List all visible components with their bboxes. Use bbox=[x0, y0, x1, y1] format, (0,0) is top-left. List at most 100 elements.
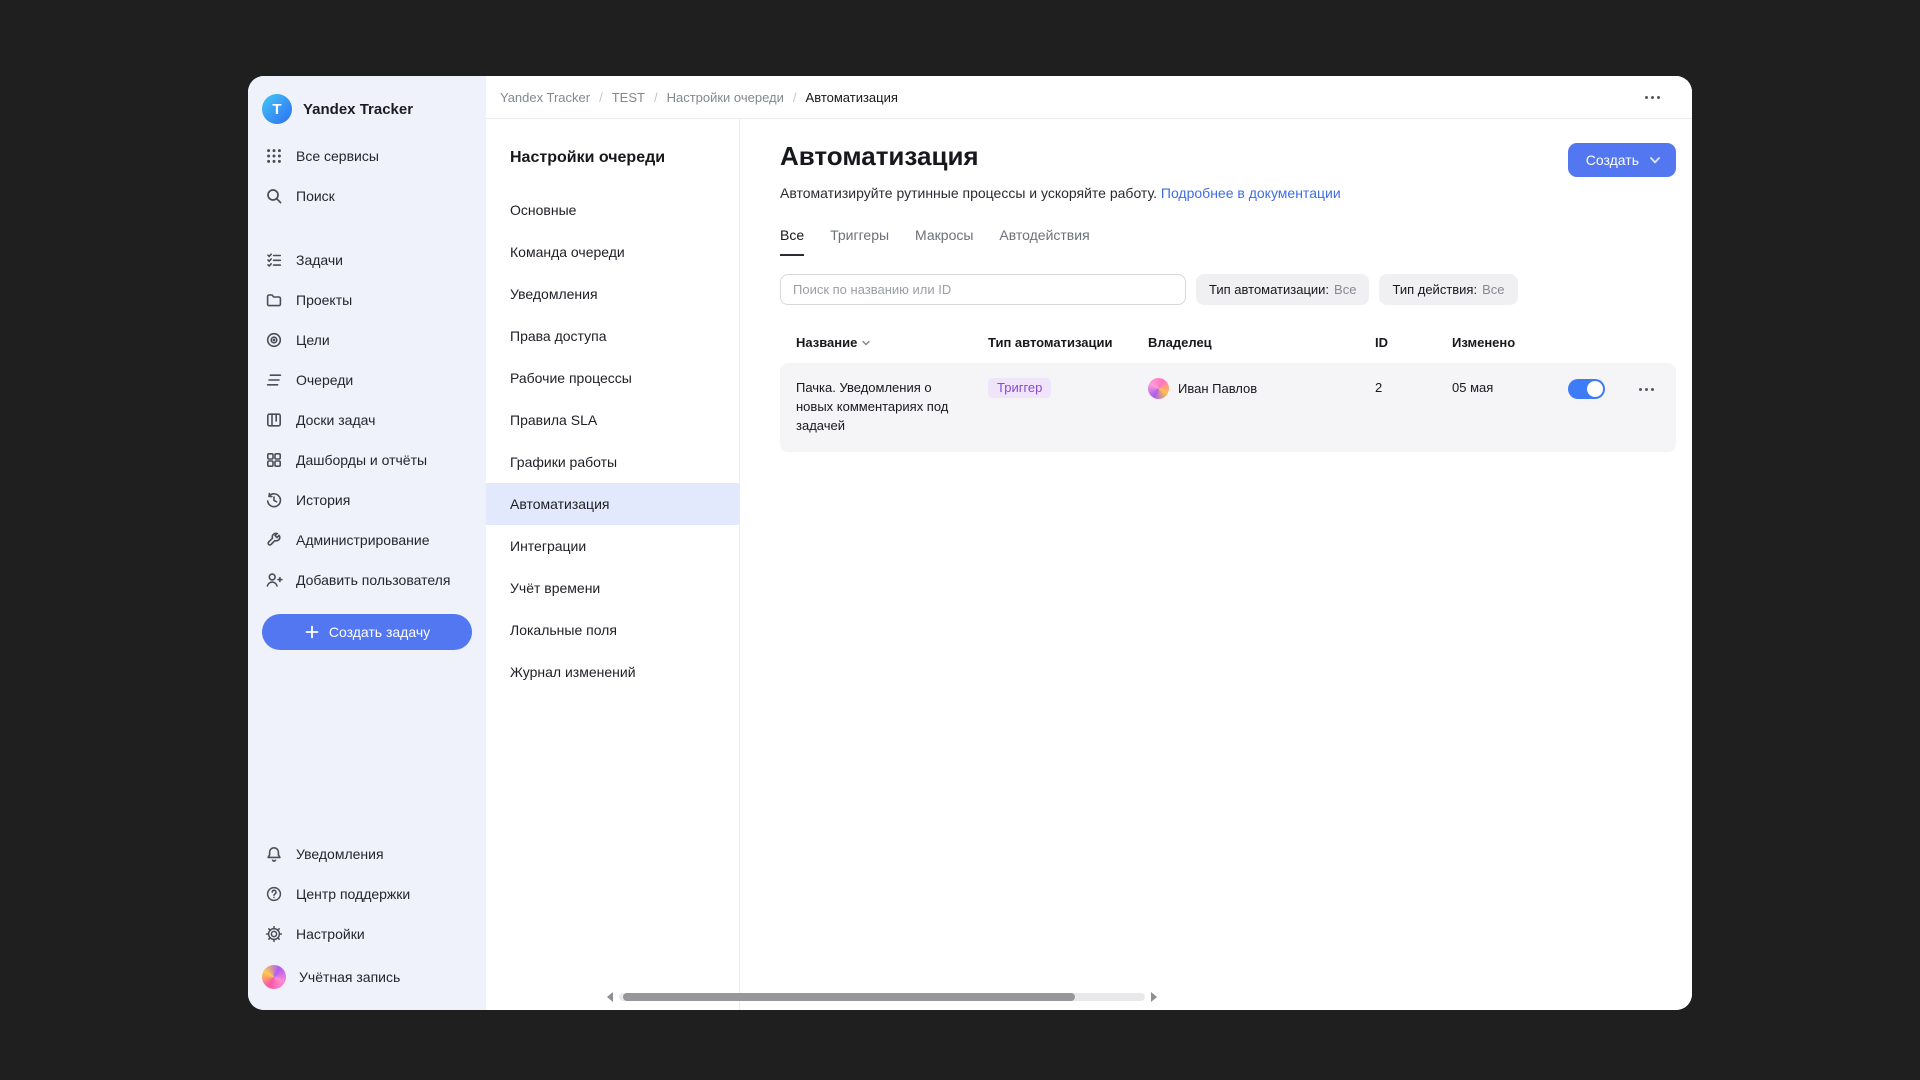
queue-settings-item-team[interactable]: Команда очереди bbox=[486, 231, 739, 273]
filter-value: Все bbox=[1482, 282, 1504, 297]
automation-id: 2 bbox=[1375, 378, 1452, 395]
search-icon bbox=[265, 187, 283, 205]
queue-settings-item-automation[interactable]: Автоматизация bbox=[486, 483, 739, 525]
app-window: T Yandex Tracker Все сервисы Поиск Задач… bbox=[248, 76, 1692, 1010]
tab-macros[interactable]: Макросы bbox=[915, 227, 973, 256]
sidebar-item-dashboards[interactable]: Дашборды и отчёты bbox=[248, 440, 486, 480]
sidebar-item-search[interactable]: Поиск bbox=[248, 176, 486, 216]
queue-settings-title: Настройки очереди bbox=[486, 139, 739, 189]
dashboard-icon bbox=[265, 451, 283, 469]
tasks-icon bbox=[265, 251, 283, 269]
tab-all[interactable]: Все bbox=[780, 227, 804, 256]
queue-settings-item-notifications[interactable]: Уведомления bbox=[486, 273, 739, 315]
plus-icon bbox=[304, 624, 320, 640]
automation-content: Автоматизация Автоматизируйте рутинные п… bbox=[740, 119, 1692, 1010]
breadcrumb-more-button[interactable] bbox=[1639, 90, 1666, 105]
horizontal-scrollbar bbox=[607, 990, 1682, 1003]
queues-icon bbox=[265, 371, 283, 389]
queue-settings-item-time-tracking[interactable]: Учёт времени bbox=[486, 567, 739, 609]
queue-settings-item-workflows[interactable]: Рабочие процессы bbox=[486, 357, 739, 399]
create-button-label: Создать bbox=[1586, 152, 1639, 168]
filter-label: Тип действия: bbox=[1392, 282, 1477, 297]
board-icon bbox=[265, 411, 283, 429]
sidebar-item-tasks[interactable]: Задачи bbox=[248, 240, 486, 280]
filter-value: Все bbox=[1334, 282, 1356, 297]
table-header: Название Тип автоматизации Владелец ID И… bbox=[780, 335, 1676, 350]
sidebar-item-label: Дашборды и отчёты bbox=[296, 451, 427, 469]
queue-settings-item-local-fields[interactable]: Локальные поля bbox=[486, 609, 739, 651]
search-input[interactable] bbox=[780, 274, 1186, 305]
sidebar-item-add-user[interactable]: Добавить пользователя bbox=[248, 560, 486, 600]
sort-caret-icon bbox=[861, 338, 871, 348]
sidebar-item-goals[interactable]: Цели bbox=[248, 320, 486, 360]
breadcrumb-item[interactable]: Yandex Tracker bbox=[500, 90, 612, 105]
table-row[interactable]: Пачка. Уведомления о новых комментариях … bbox=[780, 363, 1676, 452]
help-icon bbox=[265, 885, 283, 903]
sidebar-item-queues[interactable]: Очереди bbox=[248, 360, 486, 400]
breadcrumb: Yandex Tracker TEST Настройки очереди Ав… bbox=[500, 90, 898, 105]
queue-settings-item-schedules[interactable]: Графики работы bbox=[486, 441, 739, 483]
grid-icon bbox=[265, 147, 283, 165]
sidebar-item-label: Проекты bbox=[296, 291, 352, 309]
filter-action-type[interactable]: Тип действия: Все bbox=[1379, 274, 1517, 305]
enabled-toggle[interactable] bbox=[1568, 379, 1605, 399]
breadcrumb-bar: Yandex Tracker TEST Настройки очереди Ав… bbox=[486, 76, 1692, 119]
queue-settings-nav: Настройки очереди Основные Команда очере… bbox=[486, 119, 740, 1010]
filter-automation-type[interactable]: Тип автоматизации: Все bbox=[1196, 274, 1369, 305]
row-menu-button[interactable] bbox=[1633, 382, 1660, 397]
sidebar-item-label: Очереди bbox=[296, 371, 353, 389]
main-pane: Yandex Tracker TEST Настройки очереди Ав… bbox=[486, 76, 1692, 1010]
sidebar-item-settings[interactable]: Настройки bbox=[248, 914, 486, 954]
brand-name: Yandex Tracker bbox=[303, 101, 413, 118]
scroll-right-arrow[interactable] bbox=[1151, 992, 1683, 1002]
column-header-name[interactable]: Название bbox=[796, 335, 988, 350]
sidebar-item-all-services[interactable]: Все сервисы bbox=[248, 136, 486, 176]
sidebar-item-label: Центр поддержки bbox=[296, 885, 410, 903]
documentation-link[interactable]: Подробнее в документации bbox=[1161, 185, 1341, 201]
column-header-id[interactable]: ID bbox=[1375, 335, 1452, 350]
queue-settings-item-main[interactable]: Основные bbox=[486, 189, 739, 231]
create-automation-button[interactable]: Создать bbox=[1568, 143, 1676, 177]
breadcrumb-item[interactable]: Настройки очереди bbox=[667, 90, 806, 105]
queue-settings-item-integrations[interactable]: Интеграции bbox=[486, 525, 739, 567]
column-header-owner[interactable]: Владелец bbox=[1148, 335, 1375, 350]
sidebar-item-administration[interactable]: Администрирование bbox=[248, 520, 486, 560]
scrollbar-track[interactable] bbox=[619, 993, 1145, 1001]
queue-settings-item-access[interactable]: Права доступа bbox=[486, 315, 739, 357]
sidebar-item-history[interactable]: История bbox=[248, 480, 486, 520]
sidebar-item-account[interactable]: Учётная запись bbox=[248, 954, 486, 1000]
scroll-left-arrow[interactable] bbox=[607, 992, 613, 1002]
breadcrumb-item[interactable]: TEST bbox=[612, 90, 667, 105]
sidebar-item-label: Задачи bbox=[296, 251, 343, 269]
brand: T Yandex Tracker bbox=[248, 90, 486, 136]
queue-settings-item-sla[interactable]: Правила SLA bbox=[486, 399, 739, 441]
sidebar-item-label: История bbox=[296, 491, 350, 509]
scrollbar-thumb[interactable] bbox=[623, 993, 1075, 1001]
sidebar-item-notifications[interactable]: Уведомления bbox=[248, 834, 486, 874]
queue-settings-item-changelog[interactable]: Журнал изменений bbox=[486, 651, 739, 693]
owner-avatar bbox=[1148, 378, 1169, 399]
chevron-down-icon bbox=[1648, 153, 1662, 167]
target-icon bbox=[265, 331, 283, 349]
sidebar-item-projects[interactable]: Проекты bbox=[248, 280, 486, 320]
sidebar-item-label: Добавить пользователя bbox=[296, 571, 450, 589]
sidebar-item-label: Все сервисы bbox=[296, 147, 379, 165]
sidebar-item-label: Уведомления bbox=[296, 845, 384, 863]
owner-name: Иван Павлов bbox=[1178, 381, 1257, 396]
history-icon bbox=[265, 491, 283, 509]
type-badge: Триггер bbox=[988, 378, 1051, 398]
sidebar-item-support[interactable]: Центр поддержки bbox=[248, 874, 486, 914]
modified-date: 05 мая bbox=[1452, 378, 1568, 395]
tab-autoactions[interactable]: Автодействия bbox=[999, 227, 1089, 256]
filter-label: Тип автоматизации: bbox=[1209, 282, 1329, 297]
tracker-logo-icon[interactable]: T bbox=[262, 94, 292, 124]
tab-triggers[interactable]: Триггеры bbox=[830, 227, 889, 256]
column-header-type[interactable]: Тип автоматизации bbox=[988, 335, 1148, 350]
column-header-modified[interactable]: Изменено bbox=[1452, 335, 1568, 350]
sidebar-item-boards[interactable]: Доски задач bbox=[248, 400, 486, 440]
sidebar-item-label: Учётная запись bbox=[299, 968, 400, 986]
sidebar: T Yandex Tracker Все сервисы Поиск Задач… bbox=[248, 76, 486, 1010]
subtitle-text: Автоматизируйте рутинные процессы и уско… bbox=[780, 185, 1157, 201]
automation-name[interactable]: Пачка. Уведомления о новых комментариях … bbox=[796, 378, 964, 435]
create-task-button[interactable]: Создать задачу bbox=[262, 614, 472, 650]
